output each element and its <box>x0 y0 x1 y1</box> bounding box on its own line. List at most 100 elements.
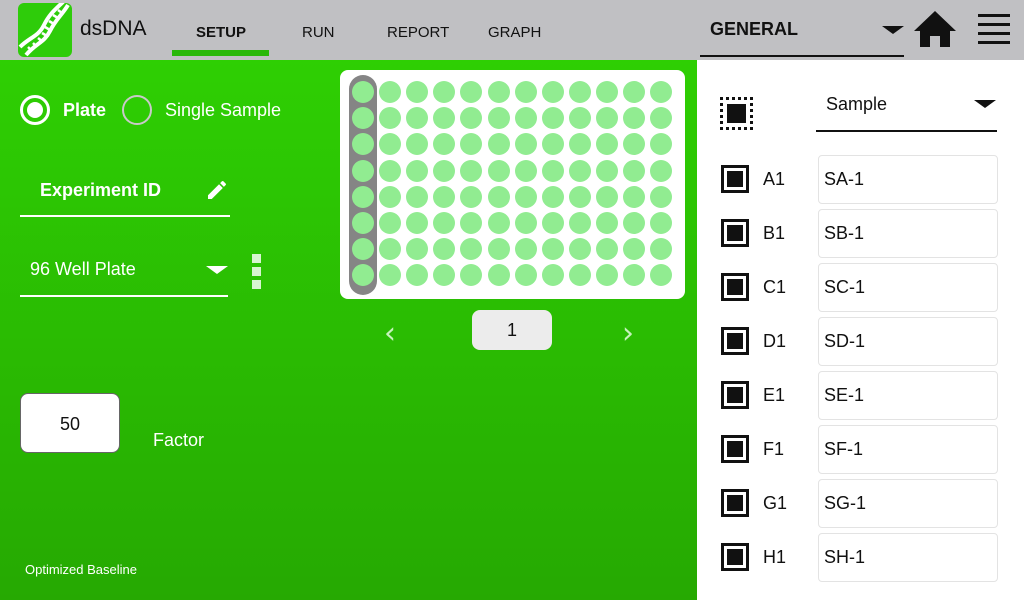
well-H7[interactable] <box>514 264 537 287</box>
well-A8[interactable] <box>541 81 564 103</box>
select-all-icon[interactable] <box>720 97 753 130</box>
well-G7[interactable] <box>514 238 537 261</box>
well-C8[interactable] <box>541 133 564 156</box>
well-H8[interactable] <box>541 264 564 287</box>
plate-type-select[interactable]: 96 Well Plate <box>30 259 136 280</box>
sample-checkbox[interactable] <box>721 165 749 193</box>
well-A9[interactable] <box>568 81 591 103</box>
well-E3[interactable] <box>406 185 429 208</box>
sample-name-input[interactable]: SG-1 <box>818 479 998 528</box>
well-E8[interactable] <box>541 185 564 208</box>
optimized-baseline-label[interactable]: Optimized Baseline <box>25 562 137 577</box>
home-icon[interactable] <box>913 10 957 48</box>
well-G10[interactable] <box>595 238 618 261</box>
well-F6[interactable] <box>487 212 510 234</box>
well-B7[interactable] <box>514 107 537 130</box>
well-F12[interactable] <box>650 212 673 234</box>
well-E10[interactable] <box>595 185 618 208</box>
well-D5[interactable] <box>460 159 483 182</box>
well-A12[interactable] <box>650 81 673 103</box>
sample-name-input[interactable]: SC-1 <box>818 263 998 312</box>
well-F10[interactable] <box>595 212 618 234</box>
well-A1[interactable] <box>352 81 374 103</box>
well-F9[interactable] <box>568 212 591 234</box>
well-B6[interactable] <box>487 107 510 130</box>
next-page-icon[interactable]: › <box>622 316 634 351</box>
mode-select[interactable]: GENERAL <box>710 19 798 40</box>
well-D10[interactable] <box>595 159 618 182</box>
page-number[interactable]: 1 <box>472 310 552 350</box>
well-B9[interactable] <box>568 107 591 130</box>
well-A6[interactable] <box>487 81 510 103</box>
chevron-down-icon[interactable] <box>974 100 996 108</box>
tab-report[interactable]: REPORT <box>387 24 449 41</box>
more-options-icon[interactable] <box>252 254 262 290</box>
single-sample-radio[interactable] <box>122 95 152 125</box>
plate-radio[interactable] <box>20 95 50 125</box>
sample-checkbox[interactable] <box>721 219 749 247</box>
sample-checkbox[interactable] <box>721 381 749 409</box>
sample-checkbox[interactable] <box>721 435 749 463</box>
well-label: E1 <box>763 385 786 405</box>
experiment-id-field[interactable]: Experiment ID <box>40 180 161 201</box>
sample-name-input[interactable]: SF-1 <box>818 425 998 474</box>
well-C6[interactable] <box>487 133 510 156</box>
pencil-icon[interactable] <box>205 178 229 202</box>
sample-name-input[interactable]: SA-1 <box>818 155 998 204</box>
well-A11[interactable] <box>623 81 645 103</box>
well-A10[interactable] <box>595 81 618 103</box>
tab-run[interactable]: RUN <box>302 24 335 41</box>
well-H6[interactable] <box>487 264 510 287</box>
well-D2[interactable] <box>379 159 402 182</box>
well-E4[interactable] <box>433 185 456 208</box>
factor-label: Factor <box>153 430 205 450</box>
well-D8[interactable] <box>541 159 564 182</box>
well-E7[interactable] <box>514 185 537 208</box>
well-E2[interactable] <box>379 185 402 208</box>
well-D6[interactable] <box>487 159 510 182</box>
sample-checkbox[interactable] <box>721 273 749 301</box>
plate-radio-label[interactable]: Plate <box>63 100 106 121</box>
well-F2[interactable] <box>379 212 402 234</box>
single-sample-radio-label[interactable]: Single Sample <box>165 100 281 121</box>
well-G8[interactable] <box>541 238 564 261</box>
well-F8[interactable] <box>541 212 564 234</box>
well-D1[interactable] <box>352 159 374 182</box>
well-F11[interactable] <box>623 212 645 234</box>
well-D7[interactable] <box>514 159 537 182</box>
well-E6[interactable] <box>487 185 510 208</box>
menu-icon[interactable] <box>978 14 1010 44</box>
sample-name-input[interactable]: SB-1 <box>818 209 998 258</box>
well-A2[interactable] <box>379 81 402 103</box>
well-F7[interactable] <box>514 212 537 234</box>
well-B10[interactable] <box>595 107 618 130</box>
sample-name-input[interactable]: SD-1 <box>818 317 998 366</box>
well-G9[interactable] <box>568 238 591 261</box>
sample-name-input[interactable]: SH-1 <box>818 533 998 582</box>
factor-input[interactable]: 50 <box>20 393 120 453</box>
well-E12[interactable] <box>650 185 673 208</box>
well-C7[interactable] <box>514 133 537 156</box>
sample-checkbox[interactable] <box>721 327 749 355</box>
well-A7[interactable] <box>514 81 537 103</box>
prev-page-icon[interactable]: ‹ <box>384 316 396 351</box>
sample-checkbox[interactable] <box>721 489 749 517</box>
well-D9[interactable] <box>568 159 591 182</box>
tab-graph[interactable]: GRAPH <box>488 24 541 41</box>
well-E9[interactable] <box>568 185 591 208</box>
well-D12[interactable] <box>650 159 673 182</box>
well-G6[interactable] <box>487 238 510 261</box>
sample-checkbox[interactable] <box>721 543 749 571</box>
sample-name-input[interactable]: SE-1 <box>818 371 998 420</box>
well-D3[interactable] <box>406 159 429 182</box>
tab-setup[interactable]: SETUP <box>196 24 246 41</box>
well-E1[interactable] <box>352 185 374 208</box>
well-E11[interactable] <box>623 185 645 208</box>
well-D11[interactable] <box>623 159 645 182</box>
well-B8[interactable] <box>541 107 564 130</box>
well-F1[interactable] <box>352 212 374 234</box>
chevron-down-icon[interactable] <box>882 26 904 34</box>
sample-column-select[interactable]: Sample <box>826 94 887 115</box>
chevron-down-icon[interactable] <box>206 266 228 274</box>
well-D4[interactable] <box>433 159 456 182</box>
